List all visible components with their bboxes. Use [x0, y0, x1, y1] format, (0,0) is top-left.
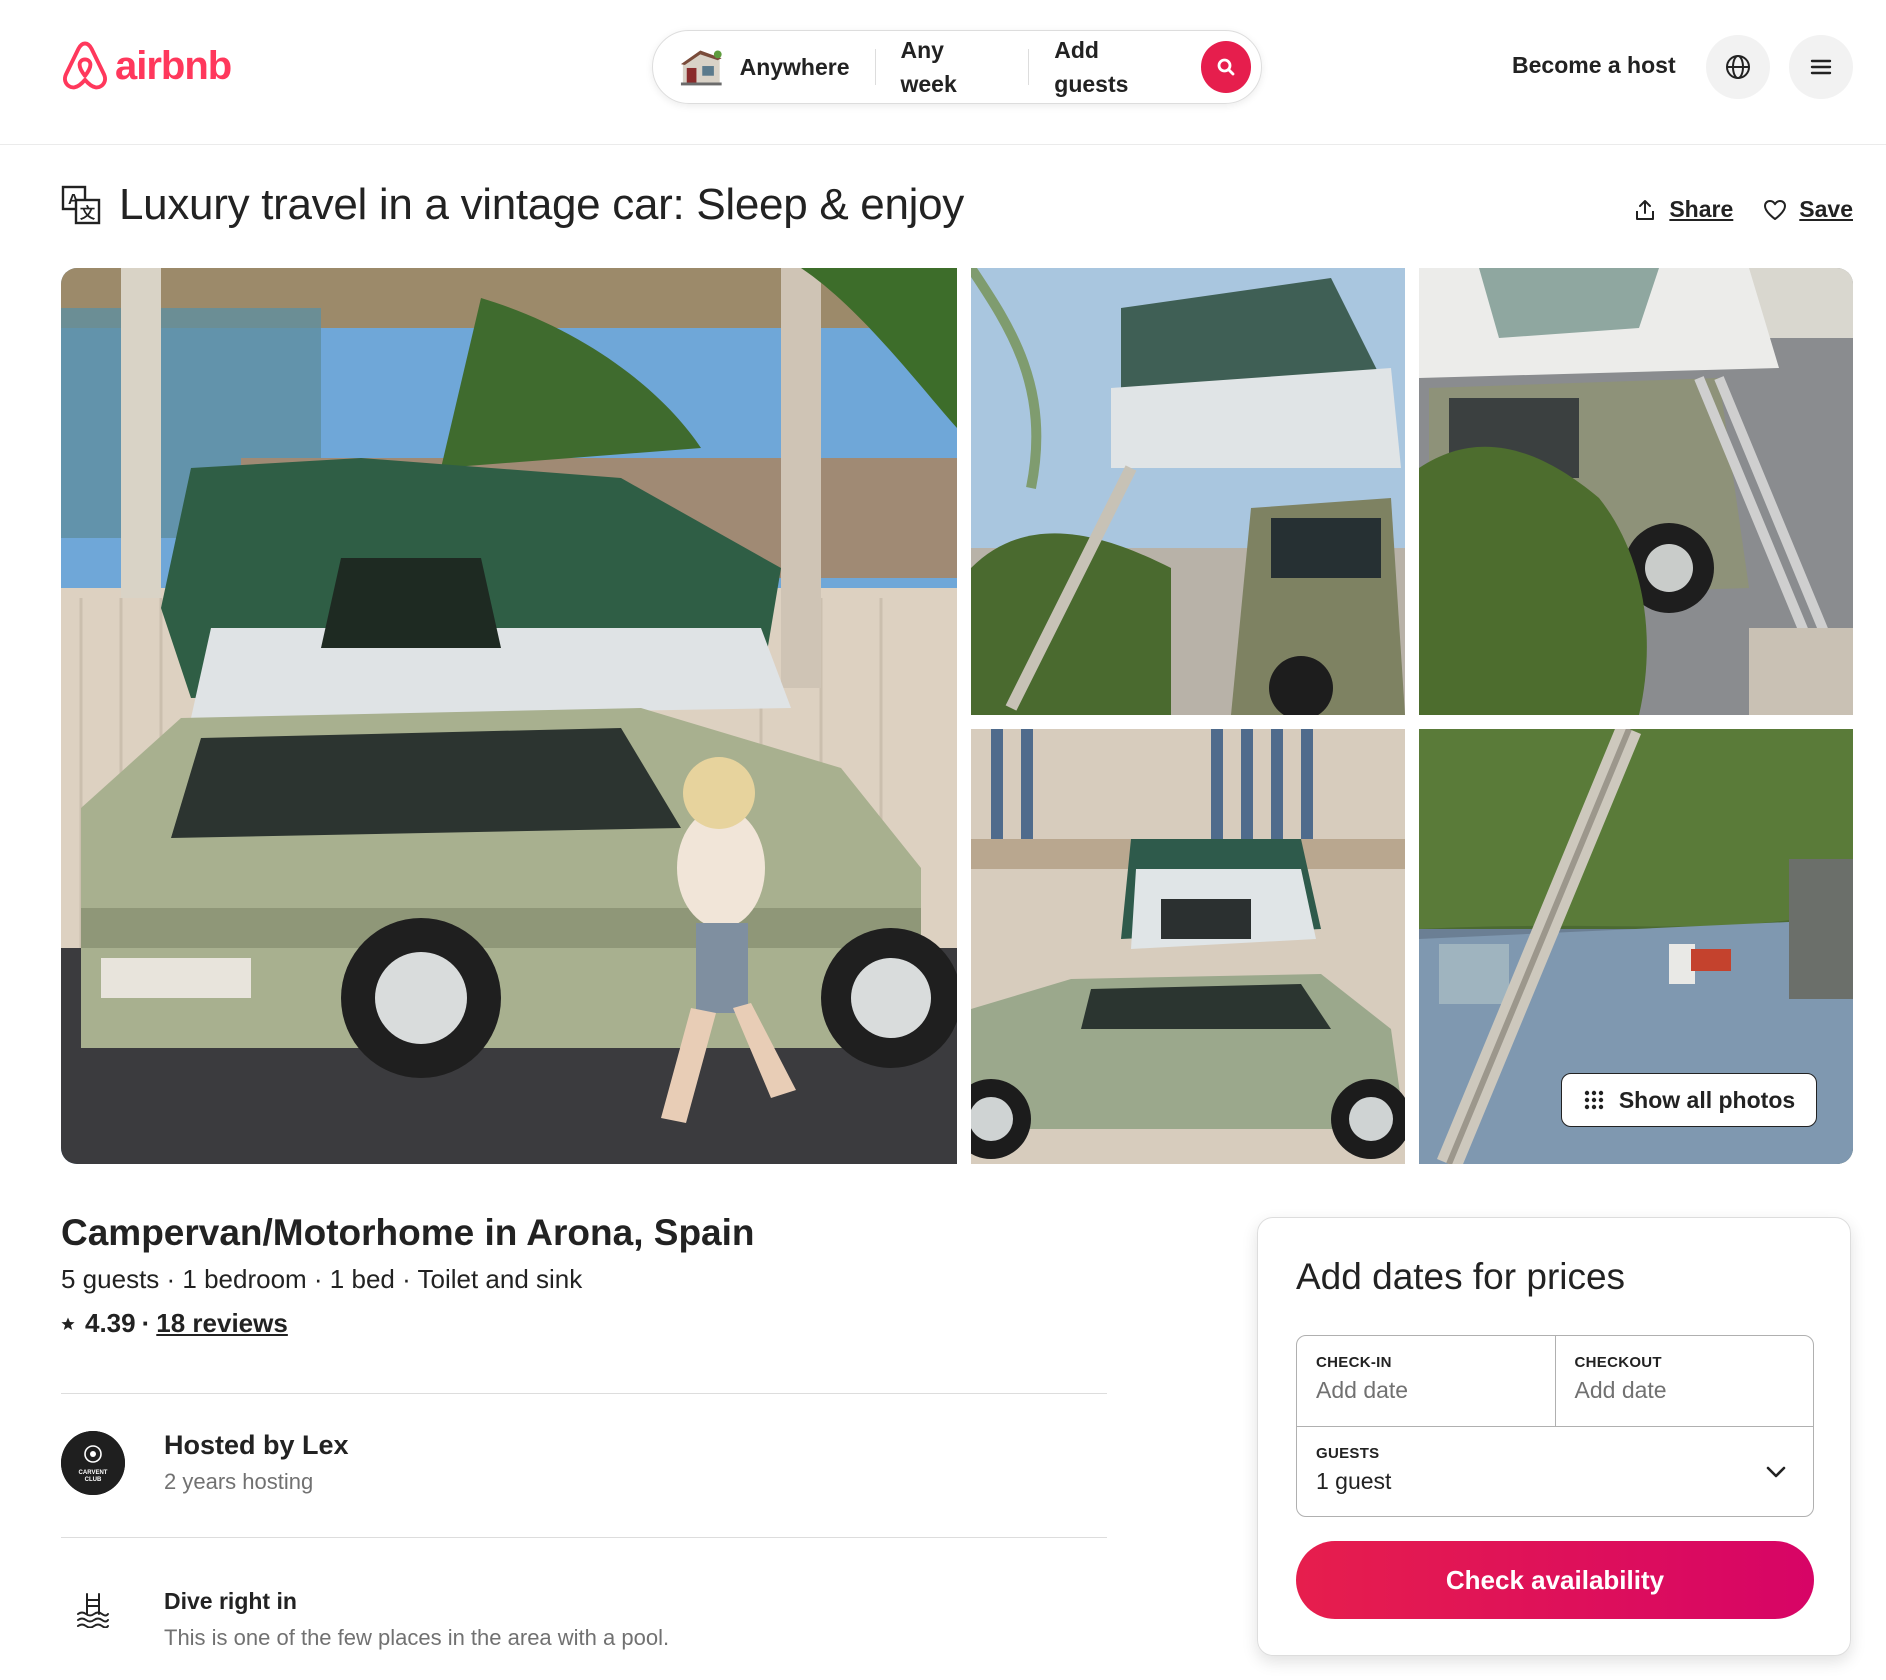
gallery-photo-2[interactable]: [971, 268, 1405, 715]
checkout-value: Add date: [1574, 1377, 1667, 1403]
main-photo-image: [61, 268, 957, 1164]
star-icon: [61, 1317, 75, 1330]
listing-type-location: Campervan/Motorhome in Arona, Spain: [61, 1212, 755, 1253]
listing-actions: Share Save: [1633, 196, 1853, 223]
avatar-text-1: CARVENT: [79, 1470, 108, 1476]
rating-value: 4.39: [85, 1308, 136, 1338]
search-dates[interactable]: Any week: [875, 33, 1028, 101]
show-all-photos-label: Show all photos: [1618, 1086, 1796, 1113]
search-location[interactable]: Anywhere: [740, 50, 875, 84]
title-row: A 文 Luxury travel in a vintage car: Slee…: [61, 180, 964, 230]
airbnb-logo-icon: [62, 41, 108, 90]
host-name: Hosted by Lex: [164, 1430, 349, 1460]
highlight-title: Dive right in: [164, 1588, 297, 1614]
gallery-photo-3[interactable]: [1419, 268, 1853, 715]
share-label: Share: [1669, 196, 1734, 222]
host-tenure: 2 years hosting: [164, 1469, 314, 1494]
share-icon: [1636, 199, 1655, 220]
guests-label: GUESTS: [1316, 1445, 1380, 1462]
guests-select[interactable]: GUESTS 1 guest: [1297, 1427, 1813, 1517]
save-button[interactable]: Save: [1763, 196, 1853, 223]
gallery-photo-4[interactable]: [971, 729, 1405, 1164]
main-photo[interactable]: [61, 268, 957, 1164]
search-guests[interactable]: Add guests: [1029, 33, 1200, 101]
avatar-text-2: CLUB: [85, 1477, 102, 1483]
rating-separator: ·: [141, 1308, 151, 1338]
search-button[interactable]: [1200, 41, 1251, 93]
host-avatar[interactable]: CARVENT CLUB: [61, 1430, 125, 1495]
booking-card: Add dates for prices CHECK-IN Add date C…: [1257, 1217, 1851, 1656]
check-availability-button[interactable]: Check availability: [1296, 1541, 1814, 1619]
host-section: CARVENT CLUB Hosted by Lex 2 years hosti…: [61, 1430, 349, 1495]
rating-row: 4.39 · 18 reviews: [61, 1308, 288, 1339]
check-in-label: CHECK-IN: [1316, 1354, 1392, 1371]
host-avatar-image: CARVENT CLUB: [61, 1430, 125, 1495]
pool-icon: [77, 1593, 109, 1628]
translate-icon[interactable]: A 文: [61, 185, 101, 225]
booking-title: Add dates for prices: [1296, 1256, 1626, 1297]
gallery-photo-3-image: [1419, 268, 1853, 715]
svg-text:文: 文: [80, 204, 96, 222]
checkout-field[interactable]: CHECKOUT Add date: [1554, 1336, 1814, 1426]
host-text: Hosted by Lex 2 years hosting: [164, 1430, 349, 1495]
listing-facts: 5 guests · 1 bedroom · 1 bed · Toilet an…: [61, 1264, 583, 1294]
photo-gallery: [61, 268, 1853, 1164]
section-divider: [61, 1393, 1107, 1394]
language-button[interactable]: [1706, 35, 1770, 99]
main-menu-button[interactable]: [1789, 35, 1853, 99]
gallery-photo-4-image: [971, 729, 1405, 1164]
globe-icon: [1726, 55, 1750, 79]
check-in-value: Add date: [1316, 1377, 1409, 1403]
share-button[interactable]: Share: [1633, 196, 1733, 223]
become-host-link[interactable]: Become a host: [1512, 52, 1676, 79]
menu-icon: [1810, 59, 1832, 75]
highlight-description: This is one of the few places in the are…: [164, 1625, 670, 1650]
airbnb-logo[interactable]: airbnb: [61, 40, 232, 92]
check-in-field[interactable]: CHECK-IN Add date: [1297, 1336, 1555, 1426]
search-bar[interactable]: Anywhere Any week Add guests: [652, 30, 1262, 104]
top-header: airbnb Anywhere Any week Add guests Beco…: [0, 0, 1886, 145]
section-divider: [61, 1537, 1107, 1538]
date-picker-row: CHECK-IN Add date CHECKOUT Add date: [1297, 1336, 1813, 1427]
logo-wordmark: airbnb: [115, 43, 232, 88]
checkout-label: CHECKOUT: [1574, 1354, 1662, 1371]
listing-title: Luxury travel in a vintage car: Sleep & …: [119, 180, 964, 229]
guests-value: 1 guest: [1316, 1468, 1392, 1494]
reservation-picker: CHECK-IN Add date CHECKOUT Add date GUES…: [1296, 1335, 1814, 1517]
highlight-pool: Dive right in This is one of the few pla…: [61, 1588, 669, 1651]
chevron-down-icon: [1766, 1466, 1786, 1478]
grid-dots-icon: [1584, 1090, 1604, 1110]
gallery-photo-2-image: [971, 268, 1405, 715]
highlight-text: Dive right in This is one of the few pla…: [164, 1588, 669, 1651]
search-icon: [1217, 58, 1235, 76]
save-label: Save: [1799, 196, 1853, 222]
house-icon: [680, 50, 722, 86]
pool-icon-wrap: [61, 1588, 125, 1651]
heart-icon: [1764, 199, 1787, 220]
reviews-link[interactable]: 18 reviews: [156, 1308, 288, 1339]
show-all-photos-button[interactable]: Show all photos: [1561, 1073, 1817, 1127]
